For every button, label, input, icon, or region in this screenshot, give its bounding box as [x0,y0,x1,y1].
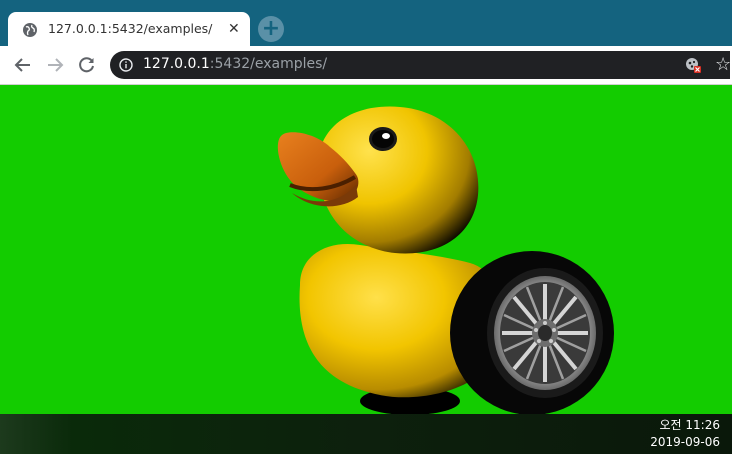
url-path: :5432/examples/ [209,56,328,72]
taskbar-date[interactable]: 2019-09-06 [650,435,720,449]
tab-strip: 127.0.0.1:5432/examples/ ✕ + [0,0,732,46]
close-tab-icon[interactable]: ✕ [228,21,240,37]
extension-blocked-icon[interactable] [684,56,702,74]
wheel-rim [494,276,596,390]
forward-button[interactable] [42,52,68,78]
bookmark-star-icon[interactable]: ☆ [715,54,731,75]
url-host: 127.0.0.1 [143,56,210,72]
globe-icon [23,23,37,37]
tab-examples[interactable]: 127.0.0.1:5432/examples/ ✕ [8,12,250,46]
duck-scene [277,106,614,414]
arrow-right-icon [48,58,64,72]
reload-icon [79,57,94,73]
address-bar[interactable]: 127.0.0.1:5432/examples/ ☆ [110,51,731,79]
taskbar-time[interactable]: 오전 11:26 [660,416,720,433]
info-icon[interactable] [119,58,133,72]
reload-button[interactable] [74,52,100,78]
taskbar: 오전 11:26 2019-09-06 [0,414,732,454]
new-tab-button[interactable]: + [258,16,284,42]
back-button[interactable] [10,52,36,78]
browser-toolbar: 127.0.0.1:5432/examples/ ☆ [0,46,732,85]
page-viewport [0,85,732,414]
url-text: 127.0.0.1:5432/examples/ [143,56,327,72]
tab-title: 127.0.0.1:5432/examples/ [48,21,213,36]
arrow-left-icon [14,58,30,72]
